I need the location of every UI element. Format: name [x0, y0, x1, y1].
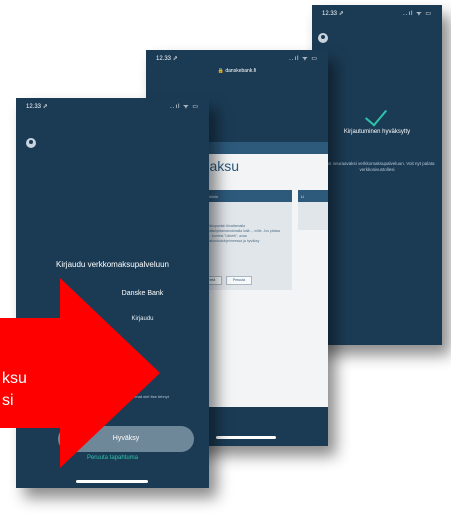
- card-instructions: uodu verkkopankin tiinattamalla siukuluk…: [196, 224, 281, 243]
- arrow-label-line1: ksu: [2, 370, 27, 387]
- home-indicator: [216, 436, 276, 439]
- home-indicator: [76, 480, 148, 483]
- avatar-icon[interactable]: [26, 138, 36, 148]
- checkmark-icon: [364, 103, 388, 127]
- success-title: Kirjautuminen hyväksytty: [343, 129, 411, 135]
- side-title: Li: [301, 194, 305, 199]
- phone-confirmation-screen: 12.33 ⇗ ..ıl ᯤ ▭ Kirjautuminen hyväksytt…: [312, 5, 442, 345]
- signal-icon: ..ıl ᯤ ▭: [289, 56, 318, 62]
- arrow-label: ksu si: [2, 368, 27, 412]
- arrow-label-line2: si: [2, 392, 14, 409]
- status-time: 12.33 ⇗: [26, 104, 48, 110]
- status-time: 12.33 ⇗: [156, 56, 178, 62]
- status-time: 12.33 ⇗: [322, 11, 344, 17]
- avatar-icon[interactable]: [318, 33, 328, 43]
- signal-icon: ..ıl ᯤ ▭: [403, 11, 432, 17]
- status-bar: 12.33 ⇗ ..ıl ᯤ ▭: [16, 98, 209, 112]
- login-title: Kirjaudu verkkomaksupalveluun: [56, 260, 169, 269]
- side-panel: Li: [298, 190, 328, 230]
- success-message: Jatkat seuraavaksi verkkomaksupalveluun.…: [319, 161, 435, 172]
- url-bar[interactable]: 🔒 danskebank.fi: [146, 68, 328, 74]
- status-bar: 12.33 ⇗ ..ıl ᯤ ▭: [312, 5, 442, 19]
- side-header: Li: [298, 190, 328, 202]
- signal-icon: ..ıl ᯤ ▭: [170, 104, 199, 110]
- status-bar: 12.33 ⇗ ..ıl ᯤ ▭: [146, 50, 328, 64]
- cancel-button[interactable]: Peruuta: [226, 276, 252, 285]
